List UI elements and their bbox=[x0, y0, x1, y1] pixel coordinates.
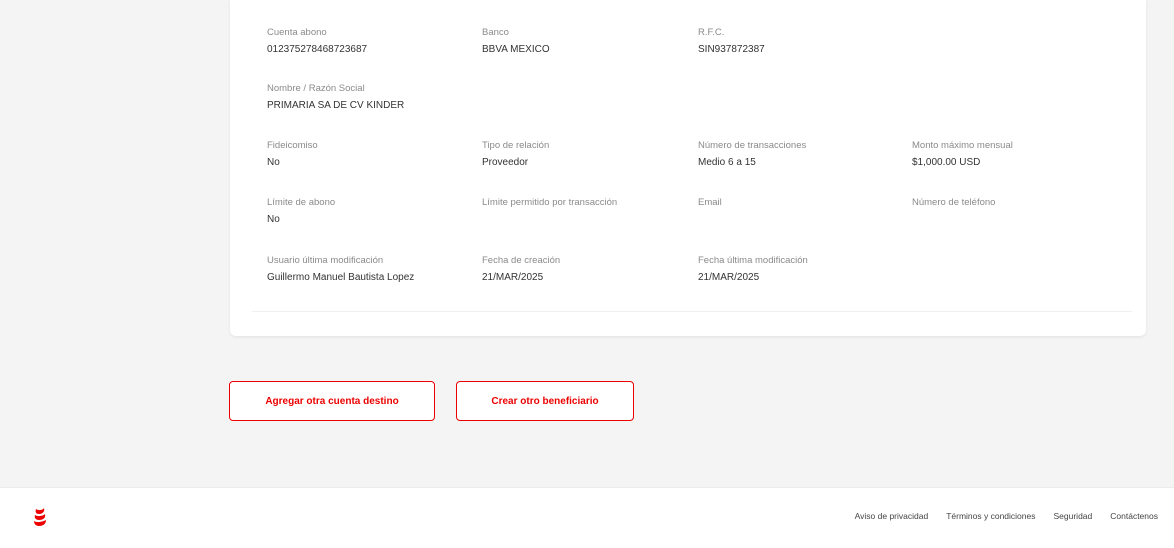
field-label: Límite de abono bbox=[267, 197, 336, 208]
field-label: Fecha última modificación bbox=[698, 255, 808, 266]
field-tipo-relacion: Tipo de relación Proveedor bbox=[482, 140, 682, 169]
field-label: Límite permitido por transacción bbox=[482, 197, 618, 208]
field-value: BBVA MEXICO bbox=[482, 44, 550, 55]
field-value: No bbox=[267, 157, 280, 168]
field-label: R.F.C. bbox=[698, 27, 725, 38]
field-telefono: Número de teléfono bbox=[912, 197, 1112, 213]
field-limite-transaccion: Límite permitido por transacción bbox=[482, 197, 682, 213]
field-value: 21/MAR/2025 bbox=[482, 272, 544, 283]
field-fecha-creacion: Fecha de creación 21/MAR/2025 bbox=[482, 255, 682, 284]
field-label: Nombre / Razón Social bbox=[267, 83, 365, 94]
field-value: PRIMARIA SA DE CV KINDER bbox=[267, 100, 405, 111]
field-label: Usuario última modificación bbox=[267, 255, 384, 266]
field-value: Proveedor bbox=[482, 157, 529, 168]
field-value: Medio 6 a 15 bbox=[698, 157, 756, 168]
field-rfc: R.F.C. SIN937872387 bbox=[698, 27, 898, 56]
field-nombre: Nombre / Razón Social PRIMARIA SA DE CV … bbox=[267, 83, 527, 112]
field-label: Fecha de creación bbox=[482, 255, 561, 266]
details-panel: Cuenta abono 012375278468723687 Banco BB… bbox=[252, 0, 1132, 312]
footer: Aviso de privacidad Términos y condicion… bbox=[0, 487, 1174, 548]
field-label: Tipo de relación bbox=[482, 140, 550, 151]
field-value: 012375278468723687 bbox=[267, 44, 368, 55]
field-label: Número de teléfono bbox=[912, 197, 996, 208]
page: Cuenta abono 012375278468723687 Banco BB… bbox=[0, 0, 1174, 548]
field-value: SIN937872387 bbox=[698, 44, 765, 55]
field-email: Email bbox=[698, 197, 898, 213]
santander-flame-logo-icon[interactable] bbox=[33, 508, 47, 526]
footer-link-terms[interactable]: Términos y condiciones bbox=[946, 511, 1035, 521]
field-label: Número de transacciones bbox=[698, 140, 807, 151]
footer-link-privacy[interactable]: Aviso de privacidad bbox=[855, 511, 929, 521]
field-value: $1,000.00 USD bbox=[912, 157, 981, 168]
field-value: 21/MAR/2025 bbox=[698, 272, 760, 283]
field-label: Cuenta abono bbox=[267, 27, 327, 38]
field-label: Banco bbox=[482, 27, 509, 38]
create-beneficiary-button[interactable]: Crear otro beneficiario bbox=[456, 381, 634, 421]
field-num-transacciones: Número de transacciones Medio 6 a 15 bbox=[698, 140, 898, 169]
field-monto-maximo: Monto máximo mensual $1,000.00 USD bbox=[912, 140, 1112, 169]
footer-links: Aviso de privacidad Términos y condicion… bbox=[855, 511, 1158, 521]
field-cuenta-abono: Cuenta abono 012375278468723687 bbox=[267, 27, 467, 56]
field-banco: Banco BBVA MEXICO bbox=[482, 27, 682, 56]
field-usuario-modificacion: Usuario última modificación Guillermo Ma… bbox=[267, 255, 467, 284]
field-limite-abono: Límite de abono No bbox=[267, 197, 467, 226]
footer-link-contact[interactable]: Contáctenos bbox=[1110, 511, 1158, 521]
field-label: Email bbox=[698, 197, 722, 208]
field-fecha-modificacion: Fecha última modificación 21/MAR/2025 bbox=[698, 255, 898, 284]
beneficiary-details-card: Cuenta abono 012375278468723687 Banco BB… bbox=[230, 0, 1146, 336]
field-label: Fideicomiso bbox=[267, 140, 318, 151]
field-value: No bbox=[267, 214, 280, 225]
footer-link-security[interactable]: Seguridad bbox=[1054, 511, 1093, 521]
field-label: Monto máximo mensual bbox=[912, 140, 1013, 151]
field-fideicomiso: Fideicomiso No bbox=[267, 140, 467, 169]
add-destination-account-button[interactable]: Agregar otra cuenta destino bbox=[229, 381, 435, 421]
field-value: Guillermo Manuel Bautista Lopez bbox=[267, 272, 415, 283]
